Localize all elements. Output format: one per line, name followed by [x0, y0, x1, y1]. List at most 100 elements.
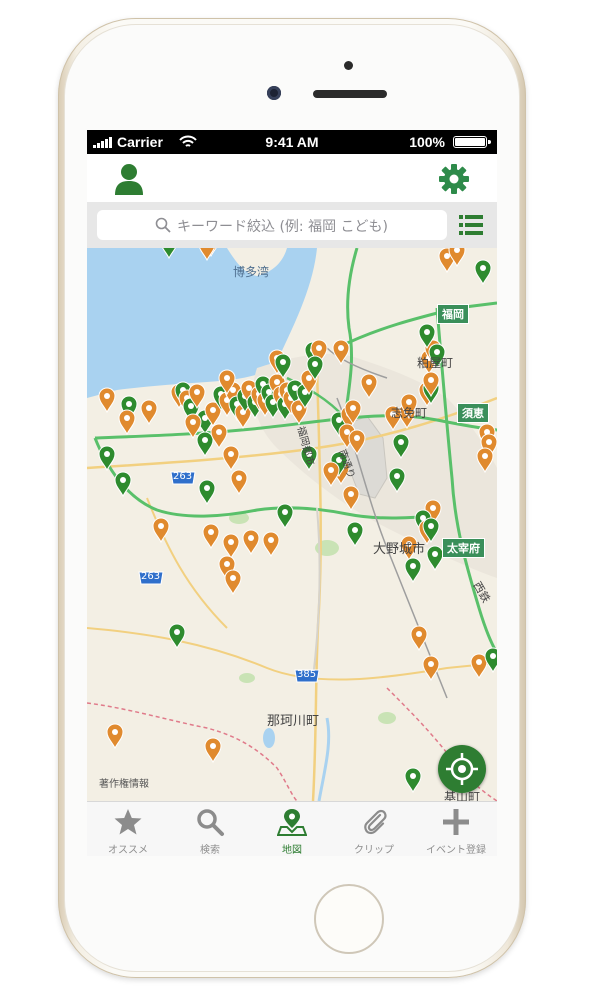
route-263-label-2: 263	[141, 571, 161, 582]
map-pin-dot	[210, 407, 216, 413]
map-pin-dot	[248, 535, 254, 541]
map-pin-dot	[486, 439, 492, 445]
map-pin-dot	[410, 773, 416, 779]
map-pin[interactable]	[118, 409, 136, 436]
map-pin-dot	[428, 661, 434, 667]
map-pin-dot	[424, 329, 430, 335]
map-pin-dot	[104, 451, 110, 457]
map-pin-dot	[416, 631, 422, 637]
map-pin[interactable]	[474, 259, 492, 286]
map-pin[interactable]	[204, 737, 222, 764]
map-pin[interactable]	[242, 529, 260, 556]
map-pin[interactable]	[222, 533, 240, 560]
map-pin-dot	[190, 419, 196, 425]
map-pin[interactable]	[276, 503, 294, 530]
map-pin[interactable]	[426, 545, 444, 572]
tab-map[interactable]: 地図	[251, 802, 333, 856]
tab-label: クリップ	[354, 845, 394, 856]
map-pin-dot	[246, 385, 252, 391]
tab-recommend[interactable]: オススメ	[87, 802, 169, 856]
map-pin-dot	[428, 523, 434, 529]
map-label-shimeyasu: 志免町	[391, 406, 428, 420]
map-label-onojo: 大野城市	[373, 542, 426, 557]
tab-clip[interactable]: クリップ	[333, 802, 415, 856]
tab-label: 地図	[282, 845, 302, 856]
map-pin-dot	[476, 659, 482, 665]
map-pin-dot	[398, 439, 404, 445]
map-pin[interactable]	[140, 399, 158, 426]
map-pin[interactable]	[152, 517, 170, 544]
map-pin[interactable]	[346, 521, 364, 548]
map-copyright-link[interactable]: 著作権情報	[99, 775, 149, 790]
map-pin-dot	[224, 375, 230, 381]
tab-event-register[interactable]: イベント登録	[415, 802, 497, 856]
front-camera	[267, 86, 281, 100]
map-pin-dot	[312, 361, 318, 367]
map-pin-dot	[216, 429, 222, 435]
map-pin-dot	[274, 379, 280, 385]
map-pin-dot	[410, 563, 416, 569]
home-button[interactable]	[314, 884, 384, 954]
star-icon	[114, 809, 142, 835]
map-pin-dot	[124, 415, 130, 421]
map-pin[interactable]	[422, 655, 440, 682]
map-pin[interactable]	[262, 531, 280, 558]
map-pin-dot	[338, 345, 344, 351]
search-icon	[155, 217, 171, 233]
map-pin-dot	[210, 743, 216, 749]
map-pin-dot	[366, 379, 372, 385]
map-pin-dot	[228, 539, 234, 545]
route-263-label-1: 263	[173, 471, 193, 482]
list-view-icon[interactable]	[459, 214, 483, 236]
map-pin-dot	[158, 523, 164, 529]
map-pin[interactable]	[106, 723, 124, 750]
battery-icon	[453, 136, 491, 148]
map-pin[interactable]	[202, 523, 220, 550]
map-label-nakagawa: 那珂川町	[267, 714, 320, 729]
map-pin-dot	[230, 575, 236, 581]
map-pin[interactable]	[404, 767, 422, 794]
map-pin-dot	[204, 485, 210, 491]
map-pin[interactable]	[198, 479, 216, 506]
search-icon	[197, 809, 224, 836]
map-pin[interactable]	[196, 431, 214, 458]
map-pin-dot	[350, 405, 356, 411]
map-pin[interactable]	[98, 387, 116, 414]
map-label-dazaifu: 太宰府	[442, 538, 485, 558]
map-pin[interactable]	[230, 469, 248, 496]
tab-search[interactable]: 検索	[169, 802, 251, 856]
route-385-label: 385	[297, 669, 317, 680]
search-input[interactable]: キーワード絞込 (例: 福岡 こども)	[97, 210, 447, 240]
map-pin[interactable]	[470, 653, 488, 680]
nav-bar	[87, 154, 497, 202]
app-screen: Carrier 9:41 AM 100% キーワード絞込 (例: 福岡 こども)…	[87, 130, 497, 856]
gear-icon[interactable]	[437, 162, 471, 196]
paperclip-icon	[364, 809, 387, 835]
map-pin-dot	[306, 375, 312, 381]
map-pin-dot	[432, 551, 438, 557]
map-pin-dot	[352, 527, 358, 533]
map-pin[interactable]	[168, 623, 186, 650]
map-pin-dot	[394, 473, 400, 479]
user-profile-icon[interactable]	[111, 162, 147, 196]
earpiece-speaker	[313, 90, 387, 98]
map-pin-dot	[228, 451, 234, 457]
map-pin[interactable]	[484, 647, 497, 674]
current-location-button[interactable]	[438, 745, 486, 793]
map-pin-dot	[430, 505, 436, 511]
map-label-kasuya: 粕屋町	[417, 356, 454, 370]
map-view[interactable]: 博多湾 福岡 須恵 太宰府 大野城市 粕屋町 志免町 西鉄 那珂川町 基山町 南…	[87, 248, 497, 801]
map-pin-dot	[280, 359, 286, 365]
map-pin[interactable]	[222, 445, 240, 472]
map-pin[interactable]	[210, 423, 228, 450]
map-pin-dot	[120, 477, 126, 483]
map-pin-dot	[348, 491, 354, 497]
map-pin-dot	[428, 377, 434, 383]
map-pin-dot	[296, 405, 302, 411]
map-pin[interactable]	[410, 625, 428, 652]
map-pin-dot	[328, 467, 334, 473]
map-pin-dot	[208, 529, 214, 535]
map-pin[interactable]	[404, 557, 422, 584]
tab-label: オススメ	[108, 845, 148, 856]
map-pin[interactable]	[224, 569, 242, 596]
